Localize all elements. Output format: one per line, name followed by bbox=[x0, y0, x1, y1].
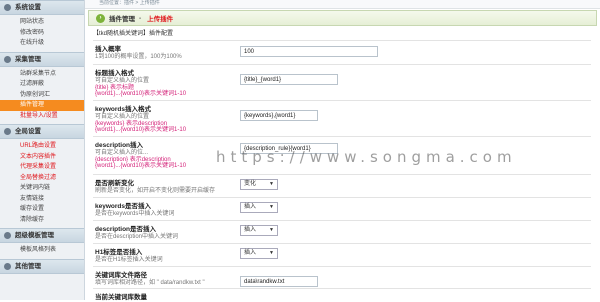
text-input[interactable]: {keywords},{word1} bbox=[240, 110, 318, 121]
text-input[interactable]: data\randkw.txt bbox=[240, 276, 318, 287]
select-value: 插入 bbox=[244, 227, 257, 233]
text-input[interactable]: {title}_{word1} bbox=[240, 74, 338, 85]
form-row: 当前关键词库数量 bbox=[93, 288, 591, 301]
form-row: 关键词库文件路径 填写词库相对路径，如 " data/randkw.txt " da… bbox=[93, 266, 591, 288]
sidebar-item[interactable]: 伪原创词汇 bbox=[0, 90, 84, 101]
field-label: 是否刷新变化 bbox=[95, 180, 134, 187]
field-label-block: description是否插入 是否在description中插入关键词 bbox=[95, 223, 235, 241]
field-label-block: 当前关键词库数量 bbox=[95, 291, 235, 302]
sidebar-section-items: 站群采集节点 过滤屏蔽 伪原创词汇 插件管理 批量导入/设置 bbox=[0, 67, 84, 125]
chevron-down-icon: ▼ bbox=[269, 181, 274, 187]
field-label-block: 关键词库文件路径 填写词库相对路径，如 " data/randkw.txt " bbox=[95, 269, 235, 287]
form-row: 插入概率 1到100的概率设置，100为100% 100 bbox=[93, 40, 591, 64]
section-gear-icon bbox=[4, 4, 11, 11]
section-gear-icon bbox=[4, 55, 11, 63]
section-gear-icon bbox=[4, 128, 11, 135]
field-label-block: keywords插入格式 可自定义插入的位置 {keywords} 表示descri… bbox=[95, 103, 235, 134]
field-description: 填写词库相对路径，如 " data/randkw.txt " bbox=[95, 280, 205, 286]
page-title-bar: › 插件管理 - 上传插件 bbox=[88, 10, 597, 26]
field-label: description是否插入 bbox=[95, 226, 157, 233]
section-title: 系统设置 bbox=[15, 4, 41, 11]
section-gear-icon bbox=[4, 232, 11, 239]
location-text: 当前位置：插件 > 上传插件 bbox=[99, 0, 160, 6]
section-gear-icon bbox=[4, 262, 11, 270]
field-description: {word1}...{word10}表示关键词1-10 bbox=[95, 127, 187, 133]
top-location-bar: 当前位置：插件 > 上传插件 bbox=[85, 0, 600, 9]
section-title: 超级模板管理 bbox=[15, 232, 54, 239]
sidebar: 系统设置网站状态 修改密码 在线升级采集管理站群采集节点 过滤屏蔽 伪原创词汇 插件管理批… bbox=[0, 0, 85, 300]
field-description: 是否在H1标签插入关键词 bbox=[95, 257, 163, 263]
field-label: keywords是否插入 bbox=[95, 203, 151, 210]
watermark: https://www.songma.com bbox=[216, 148, 517, 166]
breadcrumb-current: 上传插件 bbox=[147, 16, 174, 23]
select-dropdown[interactable]: 变化 ▼ bbox=[240, 179, 278, 190]
field-label-block: 标题插入格式 可自定义插入的位置 {title} 表示标题 {word1}...{wo… bbox=[95, 67, 235, 98]
field-label: keywords插入格式 bbox=[95, 106, 151, 113]
sidebar-item[interactable]: 修改密码 bbox=[0, 28, 84, 39]
select-value: 变化 bbox=[244, 181, 257, 187]
section-title: 全局设置 bbox=[15, 128, 41, 135]
form-row: keywords是否插入 是否在keywords中插入关键词 插入 ▼ bbox=[93, 197, 591, 220]
chevron-down-icon: ▼ bbox=[269, 204, 274, 210]
field-label-block: description插入 可自定义插入的位... {description} 表示… bbox=[95, 139, 235, 170]
sidebar-item[interactable]: 模板风格列表 bbox=[0, 245, 84, 256]
field-description: 是否在keywords中插入关键词 bbox=[95, 211, 175, 217]
field-label: 标题插入格式 bbox=[95, 70, 134, 77]
breadcrumb-root[interactable]: 插件管理 bbox=[109, 13, 135, 23]
sidebar-item[interactable]: 代理采集设置 bbox=[0, 162, 84, 173]
sidebar-section-items: URL路由设置 文本内容插件 代理采集设置 全局替换过滤 关键词内链 友情链接 缓存设置 清除… bbox=[0, 139, 84, 228]
sidebar-item[interactable]: 站群采集节点 bbox=[0, 69, 84, 80]
field-description: {word1}...{word10}表示关键词1-10 bbox=[95, 163, 187, 169]
sidebar-item[interactable]: 友情链接 bbox=[0, 194, 84, 205]
section-title: 其他管理 bbox=[15, 262, 41, 270]
form-title: 【tkd随机插关键词】插件配置 bbox=[93, 31, 174, 37]
select-dropdown[interactable]: 插入 ▼ bbox=[240, 202, 278, 213]
field-description: 刷新是否变化，如开启不变化则需要开启缓存 bbox=[95, 188, 216, 194]
form-row: keywords插入格式 可自定义插入的位置 {keywords} 表示descri… bbox=[93, 100, 591, 136]
select-dropdown[interactable]: 插入 ▼ bbox=[240, 225, 278, 236]
breadcrumb-separator: - bbox=[139, 14, 142, 22]
sidebar-item[interactable]: 批量导入/设置 bbox=[0, 111, 84, 122]
sidebar-section-header[interactable]: 其他管理 bbox=[0, 258, 84, 274]
sidebar-item[interactable]: 缓存设置 bbox=[0, 204, 84, 215]
form-row: H1标签是否插入 是否在H1标签插入关键词 插入 ▼ bbox=[93, 243, 591, 266]
field-label-block: keywords是否插入 是否在keywords中插入关键词 bbox=[95, 200, 235, 218]
sidebar-item[interactable]: URL路由设置 bbox=[0, 141, 84, 152]
field-label: 关键词库文件路径 bbox=[95, 272, 147, 279]
field-description: 1到100的概率设置，100为100% bbox=[95, 54, 182, 60]
field-label: 插入概率 bbox=[95, 46, 121, 53]
sidebar-section-header[interactable]: 超级模板管理 bbox=[0, 228, 84, 243]
sidebar-section-header[interactable]: 采集管理 bbox=[0, 51, 84, 67]
sidebar-section-header[interactable]: 系统设置 bbox=[0, 0, 84, 15]
sidebar-item[interactable]: 在线升级 bbox=[0, 38, 84, 49]
form-row: description是否插入 是否在description中插入关键词 插入 ▼ bbox=[93, 220, 591, 243]
chevron-down-icon: ▼ bbox=[269, 250, 274, 256]
chevron-down-icon: ▼ bbox=[269, 227, 274, 233]
section-title: 采集管理 bbox=[15, 55, 41, 63]
sidebar-item[interactable]: 清除缓存 bbox=[0, 215, 84, 226]
select-value: 插入 bbox=[244, 250, 257, 256]
sidebar-item[interactable]: 关键词内链 bbox=[0, 183, 84, 194]
sidebar-item[interactable]: 全局替换过滤 bbox=[0, 173, 84, 184]
sidebar-section-header[interactable]: 全局设置 bbox=[0, 124, 84, 139]
sidebar-item[interactable]: 网站状态 bbox=[0, 17, 84, 28]
sidebar-item[interactable]: 插件管理 bbox=[0, 100, 84, 111]
arrow-circle-icon: › bbox=[96, 13, 105, 23]
field-label-block: 是否刷新变化 刷新是否变化，如开启不变化则需要开启缓存 bbox=[95, 177, 235, 195]
sidebar-section-items: 模板风格列表 bbox=[0, 243, 84, 259]
select-value: 插入 bbox=[244, 204, 257, 210]
form-row: 标题插入格式 可自定义插入的位置 {title} 表示标题 {word1}...{wo… bbox=[93, 64, 591, 100]
field-label: H1标签是否插入 bbox=[95, 249, 143, 256]
text-input[interactable]: 100 bbox=[240, 46, 378, 57]
field-description: 是否在description中插入关键词 bbox=[95, 234, 179, 240]
sidebar-item[interactable]: 过滤屏蔽 bbox=[0, 79, 84, 90]
field-description: {word1}...{word10}表示关键词1-10 bbox=[95, 91, 187, 97]
field-label-block: H1标签是否插入 是否在H1标签插入关键词 bbox=[95, 246, 235, 264]
field-label-block: 插入概率 1到100的概率设置，100为100% bbox=[95, 43, 235, 61]
form-row: 是否刷新变化 刷新是否变化，如开启不变化则需要开启缓存 变化 ▼ bbox=[93, 174, 591, 197]
select-dropdown[interactable]: 插入 ▼ bbox=[240, 248, 278, 259]
sidebar-item[interactable]: 文本内容插件 bbox=[0, 152, 84, 163]
sidebar-section-items: 网站状态 修改密码 在线升级 bbox=[0, 15, 84, 52]
field-label: description插入 bbox=[95, 142, 144, 149]
